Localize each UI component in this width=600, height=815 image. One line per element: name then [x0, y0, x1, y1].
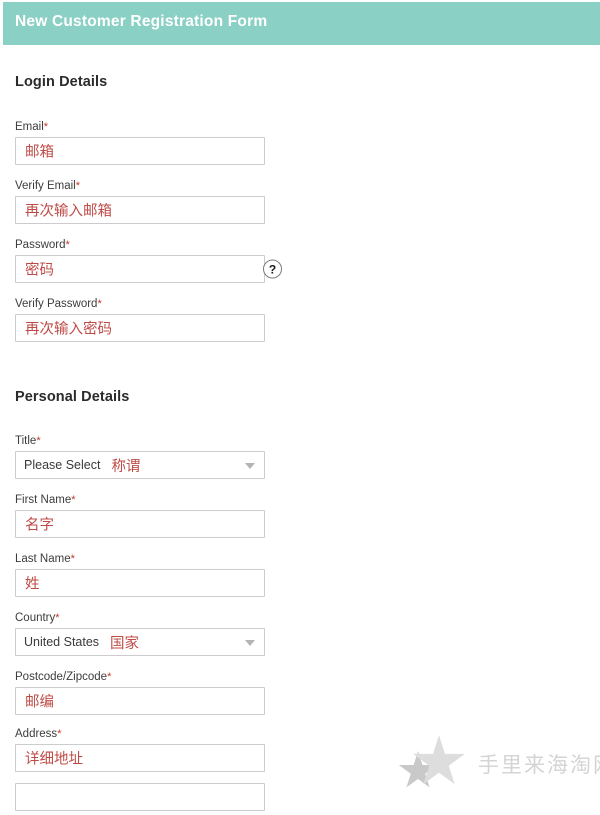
chevron-down-icon: [245, 640, 255, 646]
select-country[interactable]: United States 国家: [15, 628, 265, 656]
annotation-title: 称谓: [111, 458, 141, 475]
label-postcode: Postcode/Zipcode*: [15, 670, 265, 684]
input-address-line-1[interactable]: 详细地址: [15, 744, 265, 772]
star-icon-front: [413, 735, 465, 785]
annotation-first-name: 名字: [25, 517, 54, 534]
page-title: New Customer Registration Form: [15, 13, 268, 30]
label-email-text: Email: [15, 121, 44, 133]
required-asterisk: *: [75, 180, 80, 192]
required-asterisk: *: [55, 612, 60, 624]
label-country: Country*: [15, 611, 265, 625]
field-title: Title* Please Select 称谓: [15, 434, 265, 479]
label-address: Address*: [15, 727, 265, 741]
input-address-line-2[interactable]: [15, 783, 265, 811]
required-asterisk: *: [97, 298, 102, 310]
label-email: Email*: [15, 120, 265, 134]
input-last-name[interactable]: 姓: [15, 569, 265, 597]
input-postcode[interactable]: 邮编: [15, 687, 265, 715]
field-last-name: Last Name* 姓: [15, 552, 265, 597]
field-email: Email* 邮箱: [15, 120, 265, 165]
field-password: Password* 密码 ?: [15, 238, 282, 283]
label-password-text: Password: [15, 239, 66, 251]
section-heading-personal-details: Personal Details: [15, 389, 130, 405]
annotation-verify-password: 再次输入密码: [25, 321, 112, 338]
chevron-down-icon: [245, 463, 255, 469]
field-verify-password: Verify Password* 再次输入密码: [15, 297, 265, 342]
label-verify-password-text: Verify Password: [15, 298, 98, 310]
select-title-value: Please Select: [24, 458, 101, 472]
required-asterisk: *: [65, 239, 70, 251]
watermark-text: 手里来海淘网: [478, 753, 600, 777]
annotation-last-name: 姓: [25, 576, 40, 593]
input-verify-password[interactable]: 再次输入密码: [15, 314, 265, 342]
label-first-name-text: First Name: [15, 494, 72, 506]
field-address-line-1: Address* 详细地址: [15, 727, 265, 772]
annotation-country: 国家: [110, 635, 140, 652]
input-password[interactable]: 密码 ?: [15, 255, 282, 283]
label-title: Title*: [15, 434, 265, 448]
input-first-name[interactable]: 名字: [15, 510, 265, 538]
required-asterisk: *: [107, 671, 112, 683]
annotation-verify-email: 再次输入邮箱: [25, 203, 112, 220]
label-last-name: Last Name*: [15, 552, 265, 566]
annotation-email: 邮箱: [25, 144, 54, 161]
page-header: New Customer Registration Form: [3, 2, 600, 45]
input-verify-email[interactable]: 再次输入邮箱: [15, 196, 265, 224]
required-asterisk: *: [70, 553, 75, 565]
input-email[interactable]: 邮箱: [15, 137, 265, 165]
required-asterisk: *: [57, 728, 62, 740]
field-first-name: First Name* 名字: [15, 493, 265, 538]
help-question-icon[interactable]: ?: [263, 259, 282, 279]
field-verify-email: Verify Email* 再次输入邮箱: [15, 179, 265, 224]
label-country-text: Country: [15, 612, 56, 624]
annotation-password: 密码: [25, 262, 54, 279]
label-first-name: First Name*: [15, 493, 265, 507]
label-postcode-text: Postcode/Zipcode: [15, 671, 108, 683]
watermark: 手里来海淘网: [398, 733, 600, 803]
label-last-name-text: Last Name: [15, 553, 71, 565]
select-country-value: United States: [24, 635, 100, 649]
star-icon-back: [398, 751, 438, 788]
select-title[interactable]: Please Select 称谓: [15, 451, 265, 479]
label-verify-email: Verify Email*: [15, 179, 265, 193]
field-address-line-2: [15, 783, 265, 811]
annotation-postcode: 邮编: [25, 694, 54, 711]
field-postcode: Postcode/Zipcode* 邮编: [15, 670, 265, 715]
label-verify-password: Verify Password*: [15, 297, 265, 311]
annotation-address: 详细地址: [25, 751, 83, 768]
label-address-text: Address: [15, 728, 58, 740]
required-asterisk: *: [36, 435, 41, 447]
section-heading-login-details: Login Details: [15, 74, 108, 90]
label-password: Password*: [15, 238, 265, 252]
required-asterisk: *: [43, 121, 49, 133]
required-asterisk: *: [71, 494, 76, 506]
label-title-text: Title: [15, 435, 37, 447]
field-country: Country* United States 国家: [15, 611, 265, 656]
label-verify-email-text: Verify Email: [15, 180, 76, 192]
